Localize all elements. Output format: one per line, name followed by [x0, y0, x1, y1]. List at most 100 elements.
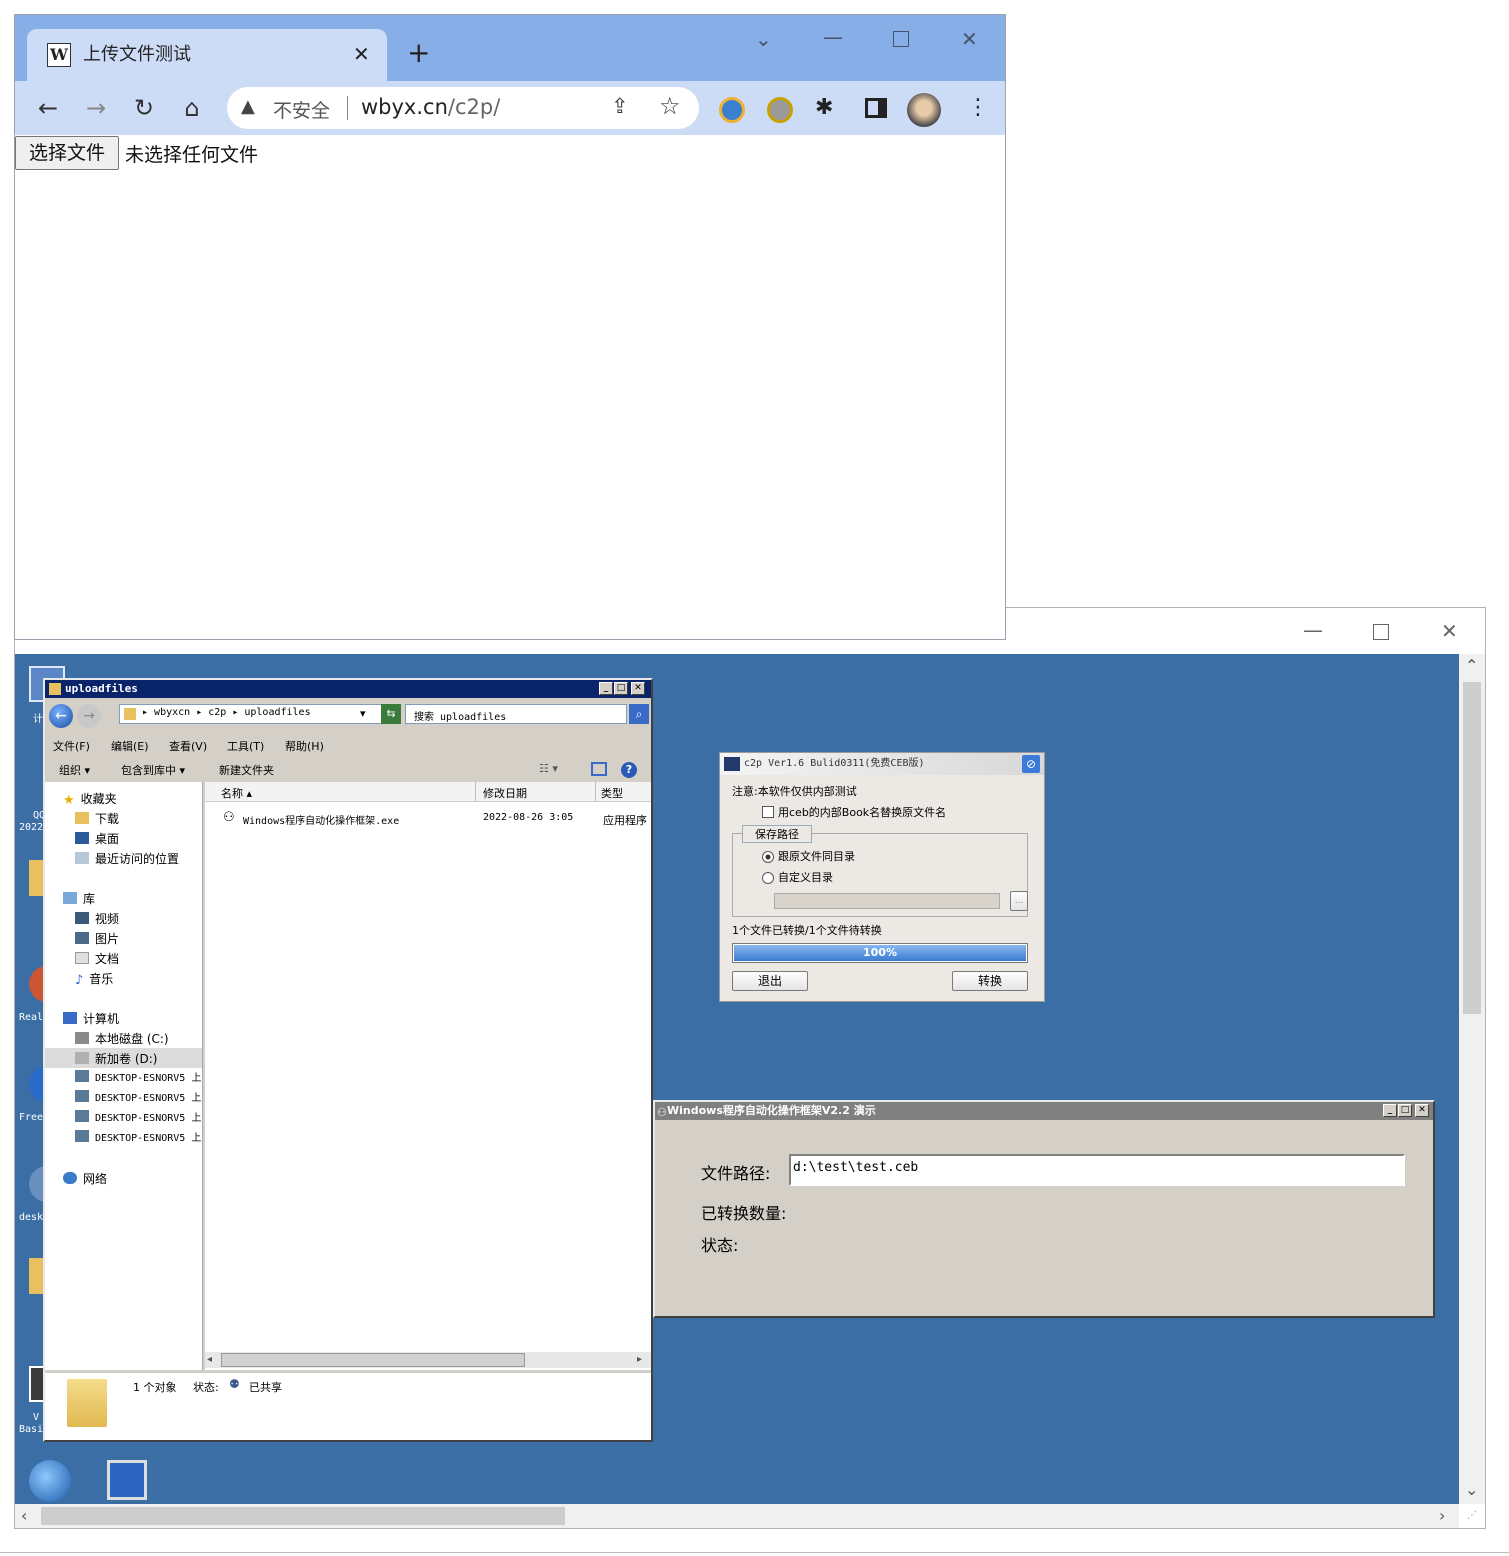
- scroll-right-icon[interactable]: ▸: [637, 1350, 642, 1370]
- tab-upload-test[interactable]: W 上传文件测试 ✕: [27, 29, 387, 81]
- scroll-left-icon[interactable]: ‹: [21, 1506, 27, 1526]
- viewer-close-button[interactable]: ✕: [1441, 619, 1458, 643]
- viewer-horizontal-thumb[interactable]: [41, 1507, 565, 1525]
- url-text[interactable]: wbyx.cn/c2p/: [361, 95, 500, 119]
- nav-downloads[interactable]: 下载: [75, 810, 119, 828]
- horizontal-scrollbar[interactable]: ◂ ▸: [205, 1352, 651, 1368]
- nav-computer[interactable]: 计算机: [63, 1010, 119, 1028]
- nav-pictures[interactable]: 图片: [75, 930, 119, 948]
- custom-directory-input[interactable]: [774, 893, 1000, 909]
- explorer-minimize-button[interactable]: _: [599, 682, 613, 695]
- viewer-vertical-scrollbar[interactable]: ⌃ ⌄: [1459, 654, 1485, 1504]
- column-divider[interactable]: [475, 782, 476, 802]
- demo-close-button[interactable]: ✕: [1415, 1104, 1429, 1117]
- tab-close-icon[interactable]: ✕: [353, 41, 370, 67]
- nav-videos[interactable]: 视频: [75, 910, 119, 928]
- column-type[interactable]: 类型: [601, 785, 623, 801]
- back-button[interactable]: ←: [31, 91, 65, 125]
- refresh-icon[interactable]: ⇆: [381, 704, 401, 724]
- column-divider[interactable]: [595, 782, 596, 802]
- network-globe-desktop-icon[interactable]: [29, 1460, 71, 1502]
- close-window-button[interactable]: ✕: [961, 27, 978, 51]
- replace-name-checkbox-label[interactable]: 用ceb的内部Book名替换原文件名: [778, 804, 946, 820]
- viewer-vertical-thumb[interactable]: [1463, 682, 1481, 1014]
- preview-pane-icon[interactable]: [591, 762, 607, 776]
- c2p-close-icon[interactable]: ⊘: [1022, 755, 1040, 773]
- reload-button[interactable]: ↻: [127, 91, 161, 125]
- scroll-up-icon[interactable]: ⌃: [1465, 656, 1478, 676]
- menu-view[interactable]: 查看(V): [169, 738, 207, 754]
- help-icon[interactable]: ?: [621, 762, 637, 778]
- new-tab-button[interactable]: +: [407, 37, 430, 69]
- forward-button[interactable]: →: [79, 91, 113, 125]
- menu-help[interactable]: 帮助(H): [285, 738, 324, 754]
- profile-avatar[interactable]: [907, 93, 941, 127]
- include-in-library-button[interactable]: 包含到库中 ▾: [121, 762, 185, 778]
- breadcrumb[interactable]: ▸ wbyxcn ▸ c2p ▸ uploadfiles: [142, 707, 311, 718]
- view-options-icon[interactable]: ☷ ▾: [539, 762, 558, 775]
- nav-network-drive-2[interactable]: DESKTOP-ESNORV5 上: [75, 1090, 201, 1108]
- scroll-left-icon[interactable]: ◂: [207, 1350, 212, 1370]
- nav-libraries[interactable]: 库: [63, 890, 95, 908]
- scroll-thumb[interactable]: [221, 1353, 525, 1367]
- scroll-right-icon[interactable]: ›: [1439, 1506, 1445, 1526]
- nav-desktop[interactable]: 桌面: [75, 830, 119, 848]
- new-folder-button[interactable]: 新建文件夹: [219, 762, 274, 778]
- breadcrumb-wbyxcn[interactable]: wbyxcn: [154, 707, 190, 718]
- remote-desktop-connection-icon[interactable]: [107, 1460, 147, 1500]
- nav-recent-places[interactable]: 最近访问的位置: [75, 850, 179, 868]
- viewer-minimize-button[interactable]: —: [1303, 618, 1323, 642]
- breadcrumb-uploadfiles[interactable]: uploadfiles: [244, 707, 310, 718]
- radio-same-directory[interactable]: [762, 851, 774, 863]
- not-secure-label[interactable]: 不安全: [273, 96, 330, 123]
- menu-tools[interactable]: 工具(T): [227, 738, 264, 754]
- browse-button[interactable]: ...: [1010, 891, 1028, 911]
- minimize-button[interactable]: —: [823, 25, 843, 49]
- radio-custom-directory[interactable]: [762, 872, 774, 884]
- address-bar[interactable]: ▲ 不安全 wbyx.cn/c2p/ ⇪ ☆: [227, 87, 699, 129]
- organize-button[interactable]: 组织 ▾: [59, 762, 90, 778]
- exit-button[interactable]: 退出: [732, 971, 808, 991]
- maximize-button[interactable]: [893, 31, 909, 47]
- nav-drive-d[interactable]: 新加卷 (D:): [75, 1050, 157, 1068]
- nav-favorites[interactable]: ★ 收藏夹: [63, 790, 117, 808]
- nav-drive-c[interactable]: 本地磁盘 (C:): [75, 1030, 169, 1048]
- viewer-horizontal-scrollbar[interactable]: ‹ ›: [15, 1504, 1459, 1528]
- extension-icon-2[interactable]: [767, 97, 793, 123]
- menu-kebab-icon[interactable]: ⋮: [967, 91, 989, 125]
- nav-network-drive-3[interactable]: DESKTOP-ESNORV5 上: [75, 1110, 201, 1128]
- share-icon[interactable]: ⇪: [611, 94, 629, 118]
- explorer-address-bar[interactable]: ▸ wbyxcn ▸ c2p ▸ uploadfiles ▾: [119, 704, 395, 724]
- tab-search-icon[interactable]: ⌄: [755, 27, 772, 51]
- home-button[interactable]: ⌂: [175, 91, 209, 125]
- side-panel-icon[interactable]: [865, 98, 887, 118]
- demo-maximize-button[interactable]: □: [1398, 1104, 1412, 1117]
- breadcrumb-c2p[interactable]: c2p: [208, 707, 226, 718]
- extensions-puzzle-icon[interactable]: ✱: [815, 95, 833, 120]
- choose-file-button[interactable]: 选择文件: [15, 136, 119, 170]
- bookmark-star-icon[interactable]: ☆: [659, 92, 681, 120]
- nav-network-drive-1[interactable]: DESKTOP-ESNORV5 上: [75, 1070, 201, 1088]
- menu-edit[interactable]: 编辑(E): [111, 738, 149, 754]
- extension-icon-1[interactable]: [719, 97, 745, 123]
- column-name[interactable]: 名称 ▴: [221, 785, 252, 801]
- explorer-maximize-button[interactable]: □: [614, 682, 628, 695]
- menu-file[interactable]: 文件(F): [53, 738, 90, 754]
- explorer-close-button[interactable]: ✕: [631, 682, 645, 695]
- viewer-maximize-button[interactable]: [1373, 624, 1389, 640]
- resize-grip-icon[interactable]: ⋰: [1467, 1510, 1477, 1521]
- scroll-down-icon[interactable]: ⌄: [1465, 1480, 1478, 1500]
- back-arrow-icon[interactable]: ←: [49, 704, 73, 728]
- nav-music[interactable]: ♪ 音乐: [75, 970, 113, 988]
- search-icon[interactable]: ⌕: [629, 704, 649, 724]
- nav-network-drive-4[interactable]: DESKTOP-ESNORV5 上: [75, 1130, 201, 1148]
- explorer-search-input[interactable]: 搜索 uploadfiles: [405, 704, 627, 724]
- address-dropdown-icon[interactable]: ▾: [360, 707, 366, 720]
- nav-network[interactable]: 网络: [63, 1170, 107, 1188]
- column-date[interactable]: 修改日期: [483, 785, 527, 801]
- forward-arrow-icon[interactable]: →: [77, 704, 101, 728]
- nav-documents[interactable]: 文档: [75, 950, 119, 968]
- convert-button[interactable]: 转换: [952, 971, 1028, 991]
- radio-custom-directory-label[interactable]: 自定义目录: [778, 869, 833, 885]
- radio-same-directory-label[interactable]: 跟原文件同目录: [778, 848, 855, 864]
